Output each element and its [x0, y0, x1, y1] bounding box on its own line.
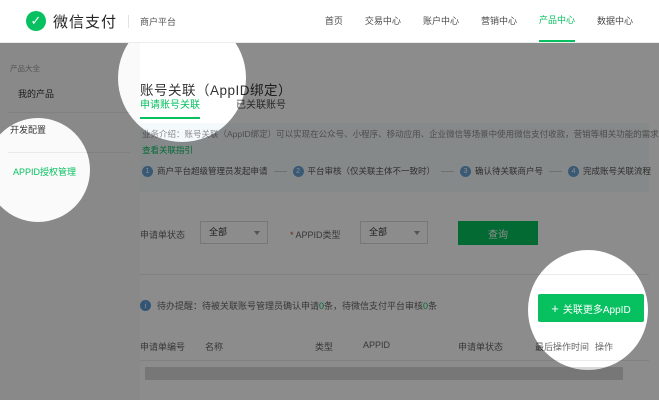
- associate-more-appid-label: 关联更多AppID: [563, 301, 631, 316]
- step-1: 1 商户平台超级管理员发起申请: [142, 165, 268, 177]
- tab-apply-account-association[interactable]: 申请账号关联: [140, 96, 200, 119]
- main-content: 账号关联（AppID绑定） 申请账号关联 已关联账号 业务介绍：账号关联（App…: [140, 43, 659, 400]
- query-button[interactable]: 查询: [458, 221, 538, 245]
- nav-marketing-center[interactable]: 营销中心: [481, 0, 517, 42]
- header-divider: [128, 15, 129, 28]
- status-select-value: 全部: [209, 227, 227, 237]
- sidebar-section-title: 产品大全: [10, 63, 40, 74]
- step-separator: [549, 171, 562, 172]
- step-2: 2 平台审核（仅关联主体不一致时）: [293, 165, 436, 177]
- table-header-application-no: 申请单编号: [140, 340, 185, 353]
- table-header-operation: 操作: [595, 340, 613, 353]
- top-header: ✓ 微信支付 商户平台 首页 交易中心 账户中心 营销中心 产品中心 数据中心: [0, 0, 659, 43]
- appid-type-select[interactable]: 全部: [360, 221, 428, 244]
- sidebar-divider: [8, 112, 130, 113]
- step-4: 4 完成账号关联流程: [568, 165, 651, 177]
- todo-notice-text: 待办提醒：待被关联账号管理员确认申请0条，待微信支付平台审核0条: [157, 299, 437, 312]
- sidebar-item-dev-config[interactable]: 开发配置: [10, 123, 46, 136]
- nav-account-center[interactable]: 账户中心: [423, 0, 459, 42]
- table-header-appid: APPID: [363, 340, 390, 350]
- table-header-name: 名称: [205, 340, 223, 353]
- table-header-type: 类型: [315, 340, 333, 353]
- step-2-label: 平台审核（仅关联主体不一致时）: [308, 165, 436, 177]
- wechat-pay-logo[interactable]: ✓ 微信支付: [26, 11, 117, 32]
- step-3-number-icon: 3: [460, 166, 471, 177]
- nav-trade-center[interactable]: 交易中心: [365, 0, 401, 42]
- logo-text: 微信支付: [53, 11, 117, 32]
- table-divider: [140, 360, 649, 361]
- info-icon: i: [140, 300, 151, 311]
- nav-data-center[interactable]: 数据中心: [597, 0, 633, 42]
- nav-home[interactable]: 首页: [325, 0, 343, 42]
- step-3-label: 确认待关联商户号: [475, 165, 543, 177]
- step-3: 3 确认待关联商户号: [460, 165, 543, 177]
- association-guide-link[interactable]: 查看关联指引: [142, 144, 193, 156]
- status-filter-label: 申请单状态: [140, 228, 185, 241]
- step-separator: [441, 171, 454, 172]
- top-nav: 首页 交易中心 账户中心 营销中心 产品中心 数据中心: [325, 0, 633, 42]
- intro-steps-panel: 业务介绍：账号关联（AppID绑定）可以实现在公众号、小程序、移动应用、企业微信…: [140, 123, 649, 192]
- chevron-down-icon: [254, 231, 260, 235]
- filter-bar: 申请单状态 全部 *APPID类型 全部 查询: [140, 221, 649, 247]
- sidebar-item-appid-auth-management[interactable]: APPID授权管理: [13, 165, 76, 178]
- status-select[interactable]: 全部: [200, 221, 268, 244]
- step-separator: [274, 171, 287, 172]
- plus-icon: +: [551, 302, 559, 315]
- table-header-status: 申请单状态: [458, 340, 503, 353]
- step-1-number-icon: 1: [142, 166, 153, 177]
- business-intro-text: 业务介绍：账号关联（AppID绑定）可以实现在公众号、小程序、移动应用、企业微信…: [142, 128, 647, 140]
- step-1-label: 商户平台超级管理员发起申请: [157, 165, 268, 177]
- sidebar-divider: [8, 152, 130, 153]
- todo-notice: i 待办提醒：待被关联账号管理员确认申请0条，待微信支付平台审核0条: [140, 299, 437, 312]
- portal-label: 商户平台: [140, 15, 176, 28]
- appid-type-select-value: 全部: [369, 227, 387, 237]
- tab-associated-accounts[interactable]: 已关联账号: [236, 96, 286, 119]
- chevron-down-icon: [414, 231, 420, 235]
- sidebar: 产品大全 我的产品 开发配置 APPID授权管理: [0, 43, 140, 400]
- associate-more-appid-button[interactable]: + 关联更多AppID: [538, 294, 644, 322]
- step-4-label: 完成账号关联流程: [583, 165, 651, 177]
- tab-bar: 申请账号关联 已关联账号: [140, 96, 286, 119]
- appid-type-label-text: APPID类型: [296, 230, 341, 240]
- section-divider: [140, 274, 649, 275]
- process-steps: 1 商户平台超级管理员发起申请 2 平台审核（仅关联主体不一致时） 3 确认待关…: [142, 165, 647, 177]
- appid-type-filter-label: *APPID类型: [290, 228, 341, 241]
- step-2-number-icon: 2: [293, 166, 304, 177]
- step-4-number-icon: 4: [568, 166, 579, 177]
- required-mark: *: [290, 230, 294, 240]
- empty-table-row-stripe: [145, 367, 623, 380]
- nav-product-center[interactable]: 产品中心: [539, 0, 575, 42]
- sidebar-item-my-products[interactable]: 我的产品: [18, 87, 54, 100]
- wechat-pay-check-icon: ✓: [26, 11, 46, 31]
- wechat-pay-merchant-platform: ✓ 微信支付 商户平台 首页 交易中心 账户中心 营销中心 产品中心 数据中心 …: [0, 0, 659, 400]
- table-header-last-operation-time: 最后操作时间: [535, 340, 589, 353]
